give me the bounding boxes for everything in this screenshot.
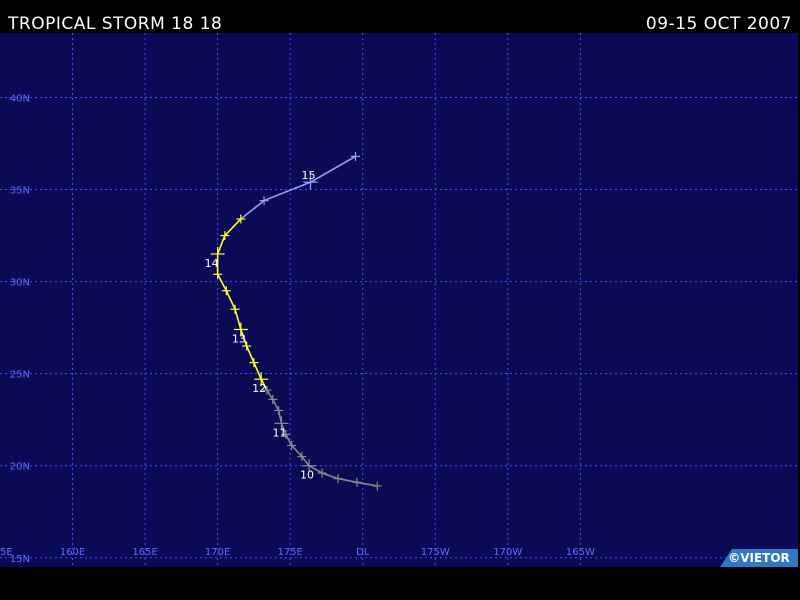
credit-badge: ©VIETOR [720,549,798,567]
track-day-label: 13 [232,332,246,345]
lon-tick-label: 165W [566,547,595,558]
map-background [0,33,798,567]
lon-tick-label: DL [356,547,370,558]
lon-tick-label: 170E [205,547,230,558]
lon-tick-label: 170W [493,547,522,558]
lon-tick-label: 175E [277,547,302,558]
track-day-label: 14 [205,257,219,270]
lat-tick-label: 25N [10,370,30,381]
map-view: TROPICAL STORM 18 18 09-15 OCT 2007 155E… [0,0,800,600]
lon-tick-label: 160E [60,547,85,558]
lat-tick-label: 35N [10,186,30,197]
lon-tick-label: 175W [421,547,450,558]
lat-tick-label: 20N [10,462,30,473]
track-map: 155E160E165E170E175EDL175W170W165W15N20N… [0,33,798,567]
lat-tick-label: 30N [10,278,30,289]
track-day-label: 10 [300,469,314,482]
lat-tick-label: 15N [10,554,30,565]
lat-tick-label: 40N [10,93,30,104]
lon-tick-label: 165E [132,547,157,558]
track-day-label: 12 [252,382,266,395]
track-day-label: 15 [301,169,315,182]
track-day-label: 11 [272,426,286,439]
